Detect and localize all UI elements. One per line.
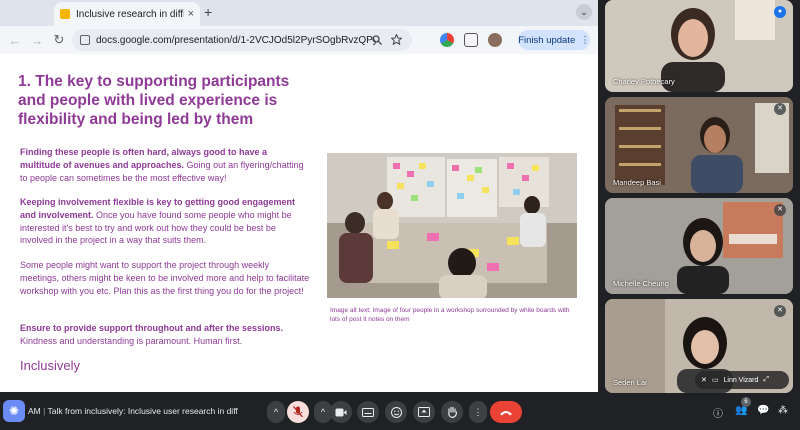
mic-off-icon: ✕ bbox=[774, 103, 786, 115]
participant-tile-4[interactable]: ✕ Seden Lai ✕ ▭ Linn Vizard ⤢ bbox=[605, 299, 793, 393]
mic-off-icon bbox=[293, 406, 303, 418]
zoom-icon[interactable] bbox=[372, 35, 382, 45]
captions-icon bbox=[362, 407, 374, 417]
url-text: docs.google.com/presentation/d/1-2VCJOd5… bbox=[96, 34, 376, 46]
activities-icon[interactable]: ⁂ bbox=[778, 405, 788, 416]
more-options-button[interactable]: ⋮ bbox=[469, 401, 487, 423]
workshop-photo-illustration bbox=[327, 153, 577, 298]
audio-options-chevron-icon[interactable]: ^ bbox=[267, 401, 285, 423]
participant-name: Mandeep Basi bbox=[613, 178, 661, 187]
mic-off-icon: ✕ bbox=[701, 377, 707, 384]
mic-off-icon: ✕ bbox=[774, 305, 786, 317]
meeting-title: Talk from inclusively: Inclusive user re… bbox=[47, 406, 238, 416]
camera-toggle-button[interactable] bbox=[330, 401, 352, 423]
meeting-time: AM bbox=[28, 406, 41, 416]
participant-tile-3[interactable]: ✕ Michelle Cheung bbox=[605, 198, 793, 294]
captions-button[interactable] bbox=[357, 401, 379, 423]
participant-name: Michelle Cheung bbox=[613, 279, 669, 288]
p4-bold: Ensure to provide support throughout and… bbox=[20, 323, 284, 333]
presentation-slide: 1. The key to supporting participants an… bbox=[0, 54, 598, 392]
emoji-reaction-button[interactable] bbox=[385, 401, 407, 423]
activities-button[interactable]: ✺ bbox=[3, 400, 25, 422]
emoji-icon bbox=[390, 406, 402, 418]
mic-toggle-button[interactable] bbox=[287, 401, 309, 423]
hand-icon bbox=[447, 406, 457, 418]
self-view-badge[interactable]: ✕ ▭ Linn Vizard ⤢ bbox=[695, 371, 789, 389]
slide-paragraph-4: Ensure to provide support throughout and… bbox=[20, 322, 310, 348]
raise-hand-button[interactable] bbox=[441, 401, 463, 423]
slide-title: 1. The key to supporting participants an… bbox=[18, 73, 290, 128]
shared-browser-window: Inclusive research in difficu × + ⌄ ← → … bbox=[0, 0, 598, 392]
slides-icon bbox=[60, 9, 70, 19]
participant-count-badge: 6 bbox=[741, 397, 751, 407]
bookmark-star-icon[interactable] bbox=[391, 34, 402, 45]
self-name: Linn Vizard bbox=[723, 376, 759, 384]
finish-update-button[interactable]: Finish update ⋮ bbox=[518, 30, 590, 50]
participant-tile-2[interactable]: ✕ Mandeep Basi bbox=[605, 97, 793, 193]
address-bar[interactable]: docs.google.com/presentation/d/1-2VCJOd5… bbox=[72, 29, 412, 51]
participant-name: Seden Lai bbox=[613, 378, 647, 387]
tab-search-button[interactable]: ⌄ bbox=[576, 4, 592, 20]
present-now-button[interactable] bbox=[413, 401, 435, 423]
slide-paragraph-2: Keeping involvement flexible is key to g… bbox=[20, 196, 310, 247]
camera-icon bbox=[335, 408, 347, 416]
tab-bar: Inclusive research in difficu × + ⌄ bbox=[0, 0, 598, 26]
p4-text: Kindness and understanding is paramount.… bbox=[20, 335, 243, 346]
slide-paragraph-1: Finding these people is often hard, alwa… bbox=[20, 146, 310, 184]
image-alt-text: Image alt text: Image of four people in … bbox=[330, 307, 570, 323]
extensions-puzzle-icon[interactable] bbox=[464, 33, 478, 47]
mic-off-icon: ✕ bbox=[774, 204, 786, 216]
profile-avatar[interactable] bbox=[488, 33, 502, 47]
extension-icons bbox=[440, 33, 502, 47]
new-tab-button[interactable]: + bbox=[204, 4, 212, 20]
chrome-extension-icon[interactable] bbox=[440, 33, 454, 47]
browser-toolbar: ← → ↻ docs.google.com/presentation/d/1-2… bbox=[0, 26, 598, 54]
workshop-photo bbox=[327, 153, 577, 298]
leave-call-button[interactable] bbox=[490, 401, 522, 423]
meeting-details-icon[interactable]: ⓘ bbox=[713, 405, 723, 420]
slide-subheading: Inclusively bbox=[20, 358, 80, 373]
speaking-indicator-icon: ● bbox=[774, 6, 786, 18]
hang-up-icon bbox=[500, 410, 512, 415]
participant-tile-1[interactable]: ● Charley Pothecary bbox=[605, 0, 793, 92]
back-button[interactable]: ← bbox=[4, 33, 26, 48]
forward-button[interactable]: → bbox=[26, 33, 48, 48]
finish-update-label: Finish update bbox=[518, 34, 576, 46]
tab-presentation[interactable]: Inclusive research in difficu × bbox=[54, 2, 200, 26]
tab-title: Inclusive research in difficu bbox=[76, 8, 184, 20]
participant-name: Charley Pothecary bbox=[613, 77, 675, 86]
expand-icon[interactable]: ⤢ bbox=[763, 376, 769, 384]
camera-icon: ▭ bbox=[711, 377, 719, 384]
screen: Inclusive research in difficu × + ⌄ ← → … bbox=[0, 0, 800, 430]
present-screen-icon bbox=[418, 407, 430, 417]
meeting-info: AM | Talk from inclusively: Inclusive us… bbox=[28, 406, 238, 416]
tab-close-icon[interactable]: × bbox=[188, 8, 194, 20]
slide-paragraph-3: Some people might want to support the pr… bbox=[20, 260, 310, 296]
site-info-icon[interactable] bbox=[80, 35, 90, 45]
chat-icon[interactable]: 💬 bbox=[757, 405, 769, 416]
reload-button[interactable]: ↻ bbox=[48, 32, 70, 48]
more-menu-icon[interactable]: ⋮ bbox=[580, 35, 590, 46]
